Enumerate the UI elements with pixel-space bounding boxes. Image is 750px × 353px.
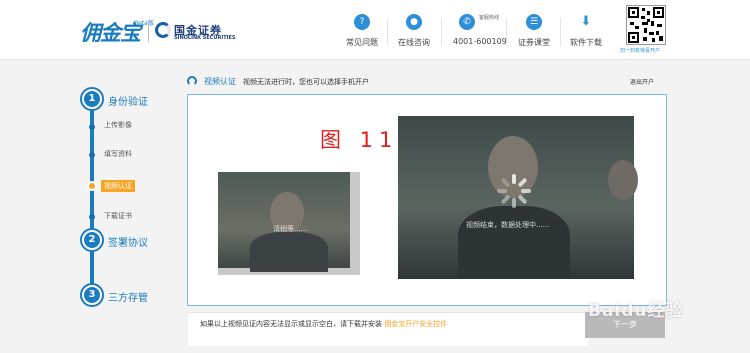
classroom-icon: ☰ — [526, 14, 542, 30]
step-1-number: 1 — [84, 91, 100, 107]
step-1-label: 身份验证 — [108, 97, 148, 108]
progress-steps: 1 身份验证 上传影像 填写资料 视频认证 下载证书 2 签署协议 3 三方存管 — [80, 85, 180, 315]
sinolink-logo-icon — [155, 22, 171, 38]
substep-dot — [89, 214, 95, 220]
chat-icon: ● — [406, 14, 422, 30]
tab-note: 视频无法进行时，您也可以选择手机开户 — [243, 78, 369, 86]
blurred-face — [608, 160, 638, 200]
qr-code-image — [628, 7, 664, 43]
nav-download[interactable]: ⬇ 软件下载 — [570, 14, 602, 48]
step-1: 1 — [80, 87, 104, 111]
step-3: 3 — [80, 283, 104, 307]
figure-label: 图 11 — [320, 128, 399, 152]
question-icon: ? — [354, 14, 370, 30]
download-icon: ⬇ — [580, 14, 592, 29]
tab-title: 视频认证 — [204, 77, 236, 86]
local-video-feed — [218, 172, 350, 272]
qr-code — [626, 5, 666, 45]
nav-faq-label: 常见问题 — [346, 38, 378, 47]
substep-video-auth: 视频认证 — [101, 180, 135, 192]
step-2: 2 — [80, 228, 104, 252]
substep-dot — [89, 152, 95, 158]
loading-spinner-icon — [497, 174, 531, 208]
plugin-notice: 如果以上视频见证内容无法显示或显示空白，请下载并安装 佣金宝开户安全控件 — [188, 312, 588, 346]
nav-download-label: 软件下载 — [570, 38, 602, 47]
nav-faq[interactable]: ? 常见问题 — [346, 14, 378, 48]
nav-classroom[interactable]: ☰ 证券课堂 — [518, 14, 550, 48]
nav-divider — [387, 18, 388, 46]
remote-video-view: 视频结束，数据处理中...... — [398, 116, 638, 279]
nav-divider — [506, 18, 507, 46]
security-plugin-link[interactable]: 佣金宝开户安全控件 — [384, 320, 447, 328]
video-tab-header: 视频认证 视频无法进行时，您也可以选择手机开户 退出开户 — [187, 76, 667, 90]
remote-video-status: 视频结束，数据处理中...... — [466, 221, 550, 229]
blurred-body — [250, 232, 328, 272]
local-video-preview: 请稍等...... — [218, 172, 360, 275]
hotline-label: 客服热线 — [479, 15, 500, 21]
logo-yongjinbao[interactable]: 佣金宝 — [80, 17, 141, 47]
plugin-notice-message: 如果以上视频见证内容无法显示或显示空白，请下载并安装 — [200, 320, 382, 328]
watermark: Baidu经验 — [588, 301, 684, 321]
local-video-status: 请稍等...... — [273, 225, 308, 233]
step-3-number: 3 — [84, 287, 100, 303]
step-2-number: 2 — [84, 232, 100, 248]
nav-classroom-label: 证券课堂 — [518, 38, 550, 47]
plugin-notice-text: 如果以上视频见证内容无法显示或显示空白，请下载并安装 佣金宝开户安全控件 — [200, 319, 447, 329]
logo-beta-tag: Beta版 — [134, 20, 154, 27]
qr-caption: 扫一扫有惊喜开户 — [620, 48, 661, 54]
step-2-label: 签署协议 — [108, 238, 148, 249]
logo-divider — [148, 20, 149, 42]
nav-hotline-number: 4001-600109 — [453, 37, 507, 46]
substep-upload-images: 上传影像 — [104, 121, 132, 129]
nav-chat-label: 在线咨询 — [398, 38, 430, 47]
blurred-body — [458, 206, 570, 279]
broadcast-icon — [187, 76, 197, 86]
nav-online-chat[interactable]: ● 在线咨询 — [398, 14, 430, 48]
nav-divider — [560, 18, 561, 46]
partner-name-en: SINOLINK SECURITIES — [174, 35, 236, 41]
substep-active-dot — [87, 181, 97, 191]
header: 佣金宝 Beta版 国金证券 SINOLINK SECURITIES ? 常见问… — [0, 0, 750, 60]
substep-dot — [89, 124, 95, 130]
substep-download-cert: 下载证书 — [104, 212, 132, 220]
step-3-label: 三方存管 — [108, 293, 148, 304]
exit-account-opening-link[interactable]: 退出开户 — [630, 77, 654, 86]
substep-fill-info: 填写资料 — [104, 150, 132, 158]
nav-divider — [441, 18, 442, 46]
phone-icon: ✆ — [459, 14, 475, 30]
